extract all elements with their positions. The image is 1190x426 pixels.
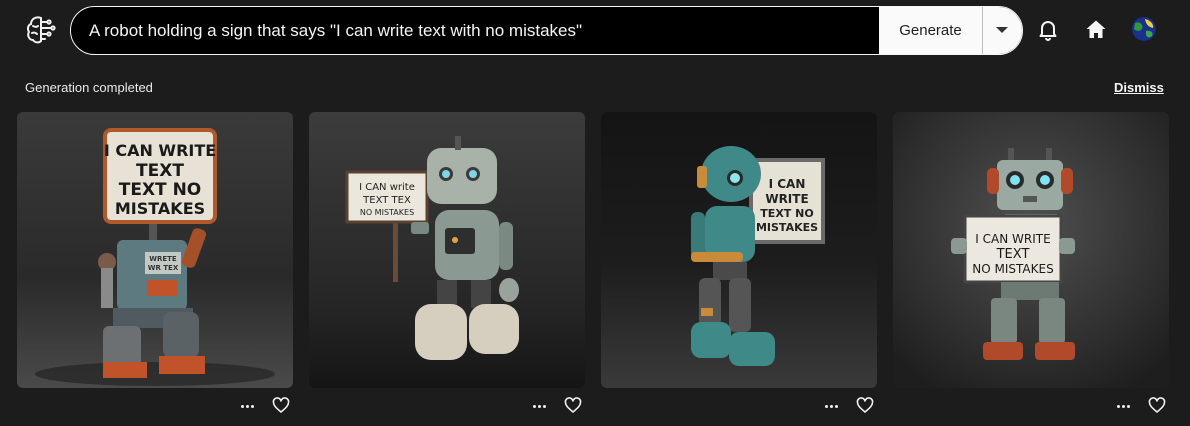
more-options-icon[interactable] [533,399,549,413]
globe-avatar-icon [1132,17,1156,41]
sign-text-line: NO MISTAKES [972,262,1053,276]
sign-text-line: MISTAKES [115,199,205,218]
sign-text-line: I CAN [769,177,806,191]
heart-icon[interactable] [272,397,290,415]
sign-text-line: I CAN WRITE [104,141,216,160]
heart-icon[interactable] [1148,397,1166,415]
heart-icon[interactable] [564,397,582,415]
generate-options-dropdown[interactable] [982,7,1022,54]
top-bar: Generate [0,0,1190,62]
image-2-actions [533,396,593,416]
generated-image-1[interactable]: I CAN WRITE TEXT TEXT NO MISTAKES WRETE … [17,112,293,388]
bell-icon[interactable] [1033,15,1063,45]
sign-text-line: TEXT NO [119,180,202,200]
brain-circuit-icon[interactable] [23,12,59,48]
image-4-actions [1117,396,1177,416]
sign-text-line: TEXT [996,247,1030,262]
image-3-actions [825,396,885,416]
sign-text-line: TEXT NO [760,207,813,220]
chest-text-line: WRETE [149,255,177,263]
generated-image-4[interactable]: I CAN WRITE TEXT NO MISTAKES [893,112,1169,388]
sign-text-line: TEXT TEX [362,195,411,206]
generated-image-2[interactable]: I CAN write TEXT TEX NO MISTAKES [309,112,585,388]
sign-text-line: MISTAKES [756,221,818,234]
generate-button[interactable]: Generate [879,7,982,54]
home-icon[interactable] [1081,15,1111,45]
generated-image-3[interactable]: I CAN WRITE TEXT NO MISTAKES [601,112,877,388]
chevron-down-icon [996,27,1008,33]
avatar[interactable] [1132,17,1156,41]
dismiss-link[interactable]: Dismiss [1114,80,1164,95]
prompt-bar: Generate [70,6,1023,55]
image-1-actions [241,396,301,416]
more-options-icon[interactable] [1117,399,1133,413]
sign-text-line: TEXT [136,161,184,181]
sign-text-line: WRITE [765,192,808,206]
prompt-input[interactable] [71,7,879,54]
chest-text-line: WR TEX [148,264,179,272]
status-message: Generation completed [25,80,153,95]
more-options-icon[interactable] [241,399,257,413]
sign-text-line: NO MISTAKES [360,208,414,217]
heart-icon[interactable] [856,397,874,415]
more-options-icon[interactable] [825,399,841,413]
sign-text-line: I CAN write [359,182,415,193]
sign-text-line: I CAN WRITE [975,232,1050,246]
